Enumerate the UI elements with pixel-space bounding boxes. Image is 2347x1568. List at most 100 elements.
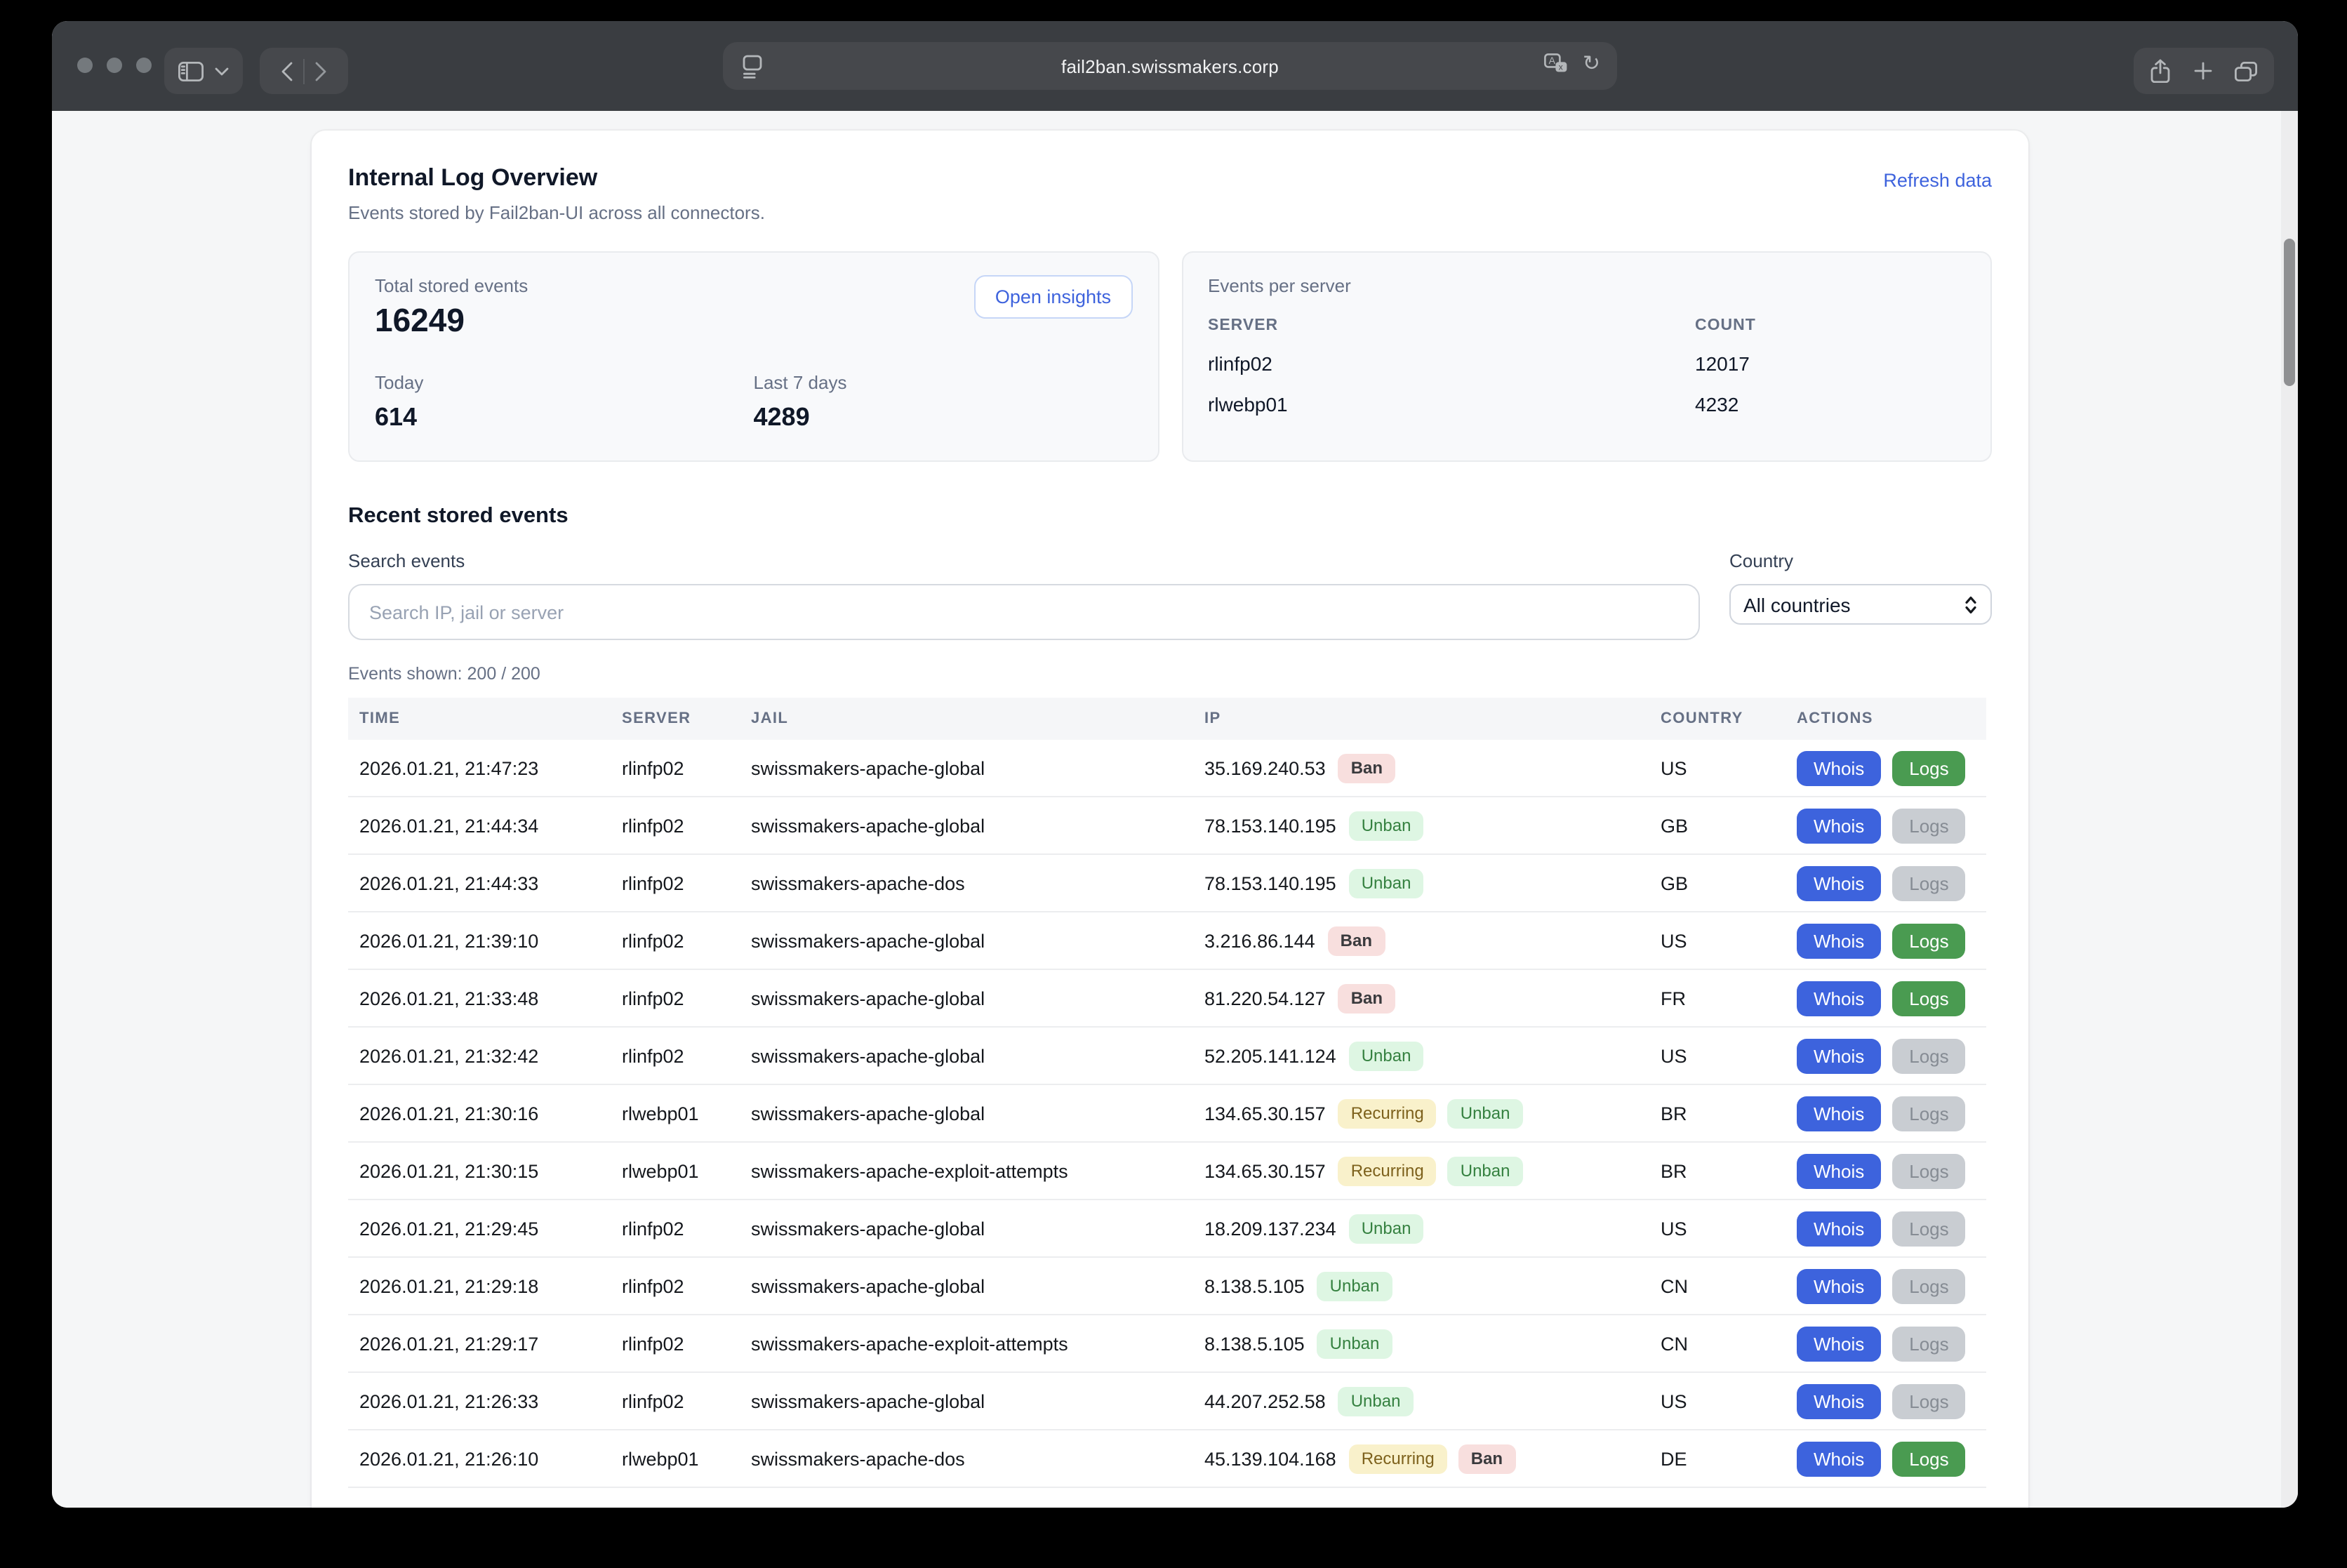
total-events-card: Total stored events 16249 Open insights … <box>348 251 1159 462</box>
whois-button[interactable]: Whois <box>1797 1153 1881 1188</box>
cell-country: US <box>1661 757 1797 778</box>
sidebar-toggle-button[interactable] <box>178 61 204 81</box>
country-select[interactable]: All countries <box>1729 584 1992 625</box>
logs-button[interactable]: Logs <box>1892 1383 1965 1418</box>
badge-group: Unban <box>1349 1214 1424 1243</box>
badge-group: Ban <box>1338 753 1395 783</box>
logs-button[interactable]: Logs <box>1892 1211 1965 1246</box>
cell-jail: swissmakers-apache-global <box>751 757 1204 778</box>
status-badge-unban: Unban <box>1349 1041 1424 1070</box>
logs-button[interactable]: Logs <box>1892 1153 1965 1188</box>
logs-button[interactable]: Logs <box>1892 981 1965 1016</box>
total-events-top: Total stored events 16249 Open insights <box>375 275 1132 340</box>
whois-button[interactable]: Whois <box>1797 923 1881 958</box>
stats-row: Total stored events 16249 Open insights … <box>348 251 1992 462</box>
today-value: 614 <box>375 403 754 432</box>
table-row: rlwebp01 4232 <box>1208 393 1965 416</box>
tab-overview-button[interactable] <box>2235 61 2257 81</box>
whois-button[interactable]: Whois <box>1797 1211 1881 1246</box>
cell-time: 2026.01.21, 21:29:18 <box>359 1275 622 1296</box>
logs-button[interactable]: Logs <box>1892 1038 1965 1073</box>
events-per-server-table: SERVER COUNT rlinfp02 12017 rlwebp01 423… <box>1208 317 1965 416</box>
col-ip: IP <box>1204 710 1661 727</box>
logs-button[interactable]: Logs <box>1892 1268 1965 1303</box>
table-row: 2026.01.21, 21:44:33 rlinfp02 swissmaker… <box>348 855 1986 912</box>
cell-server: rlwebp01 <box>622 1448 751 1469</box>
cell-actions: Whois Logs <box>1797 1383 1986 1418</box>
cell-actions: Whois Logs <box>1797 1268 1986 1303</box>
logs-button[interactable]: Logs <box>1892 808 1965 843</box>
page-settings-button[interactable] <box>743 55 762 79</box>
back-button[interactable] <box>281 61 293 81</box>
share-button[interactable] <box>2150 59 2170 83</box>
table-row: 2026.01.21, 21:32:42 rlinfp02 swissmaker… <box>348 1028 1986 1085</box>
cell-ip: 3.216.86.144 Ban <box>1204 926 1661 955</box>
scrollbar-track[interactable] <box>2281 111 2298 1508</box>
badge-group: Unban <box>1338 1386 1414 1416</box>
cell-ip: 134.65.30.157 RecurringUnban <box>1204 1098 1661 1128</box>
minimize-window-button[interactable] <box>107 58 122 73</box>
status-badge-ban: Ban <box>1328 926 1385 955</box>
whois-button[interactable]: Whois <box>1797 1268 1881 1303</box>
whois-button[interactable]: Whois <box>1797 808 1881 843</box>
whois-button[interactable]: Whois <box>1797 1383 1881 1418</box>
last7-label: Last 7 days <box>754 372 1133 393</box>
table-row: 2026.01.21, 21:29:17 rlinfp02 swissmaker… <box>348 1315 1986 1373</box>
new-tab-button[interactable] <box>2193 62 2212 80</box>
status-badge-unban: Unban <box>1448 1098 1523 1128</box>
country-label: Country <box>1729 550 1992 571</box>
logs-button[interactable]: Logs <box>1892 1326 1965 1361</box>
logs-button[interactable]: Logs <box>1892 750 1965 785</box>
cell-ip: 52.205.141.124 Unban <box>1204 1041 1661 1070</box>
ip-address: 52.205.141.124 <box>1204 1045 1336 1066</box>
scrollbar-thumb[interactable] <box>2284 239 2295 386</box>
cell-jail: swissmakers-apache-global <box>751 930 1204 951</box>
reload-button[interactable]: ↻ <box>1583 53 1600 74</box>
ip-address: 3.216.86.144 <box>1204 930 1315 951</box>
translate-button[interactable]: A x <box>1545 53 1569 74</box>
search-input[interactable] <box>348 584 1700 640</box>
url-text: fail2ban.swissmakers.corp <box>723 55 1617 77</box>
whois-button[interactable]: Whois <box>1797 750 1881 785</box>
cell-country: GB <box>1661 872 1797 893</box>
whois-button[interactable]: Whois <box>1797 1326 1881 1361</box>
cell-jail: swissmakers-apache-global <box>751 1218 1204 1239</box>
last7-value: 4289 <box>754 403 1133 432</box>
logs-button[interactable]: Logs <box>1892 865 1965 901</box>
page-content: Internal Log Overview Events stored by F… <box>52 111 2298 1508</box>
cell-country: CN <box>1661 1333 1797 1354</box>
table-row: 2026.01.21, 21:29:45 rlinfp02 swissmaker… <box>348 1200 1986 1258</box>
cell-actions: Whois Logs <box>1797 808 1986 843</box>
logs-button[interactable]: Logs <box>1892 1441 1965 1476</box>
forward-button[interactable] <box>314 61 327 81</box>
sidebar-menu-button[interactable] <box>215 67 229 75</box>
whois-button[interactable]: Whois <box>1797 1038 1881 1073</box>
substats: Today 614 Last 7 days 4289 <box>375 372 1132 432</box>
zoom-window-button[interactable] <box>136 58 152 73</box>
logs-button[interactable]: Logs <box>1892 1096 1965 1131</box>
whois-button[interactable]: Whois <box>1797 865 1881 901</box>
open-insights-button[interactable]: Open insights <box>974 275 1132 319</box>
tab-overview-icon <box>2235 61 2257 81</box>
address-bar[interactable]: fail2ban.swissmakers.corp A x ↻ <box>723 42 1617 90</box>
cell-ip: 35.169.240.53 Ban <box>1204 753 1661 783</box>
cell-ip: 8.138.5.105 Unban <box>1204 1271 1661 1301</box>
table-row: 2026.01.21, 21:30:15 rlwebp01 swissmaker… <box>348 1143 1986 1200</box>
whois-button[interactable]: Whois <box>1797 981 1881 1016</box>
refresh-data-link[interactable]: Refresh data <box>1883 170 1992 191</box>
cell-time: 2026.01.21, 21:32:42 <box>359 1045 622 1066</box>
badge-group: Ban <box>1328 926 1385 955</box>
cell-server: rlinfp02 <box>622 872 751 893</box>
badge-group: Unban <box>1317 1271 1392 1301</box>
cell-time: 2026.01.21, 21:26:10 <box>359 1448 622 1469</box>
cell-actions: Whois Logs <box>1797 1153 1986 1188</box>
whois-button[interactable]: Whois <box>1797 1096 1881 1131</box>
ip-address: 81.220.54.127 <box>1204 988 1326 1009</box>
logs-button[interactable]: Logs <box>1892 923 1965 958</box>
close-window-button[interactable] <box>77 58 93 73</box>
table-row: 2026.01.21, 21:29:18 rlinfp02 swissmaker… <box>348 1258 1986 1315</box>
whois-button[interactable]: Whois <box>1797 1441 1881 1476</box>
translate-icon: A x <box>1545 53 1569 74</box>
table-row: rlinfp02 12017 <box>1208 352 1965 375</box>
cell-time: 2026.01.21, 21:29:17 <box>359 1333 622 1354</box>
